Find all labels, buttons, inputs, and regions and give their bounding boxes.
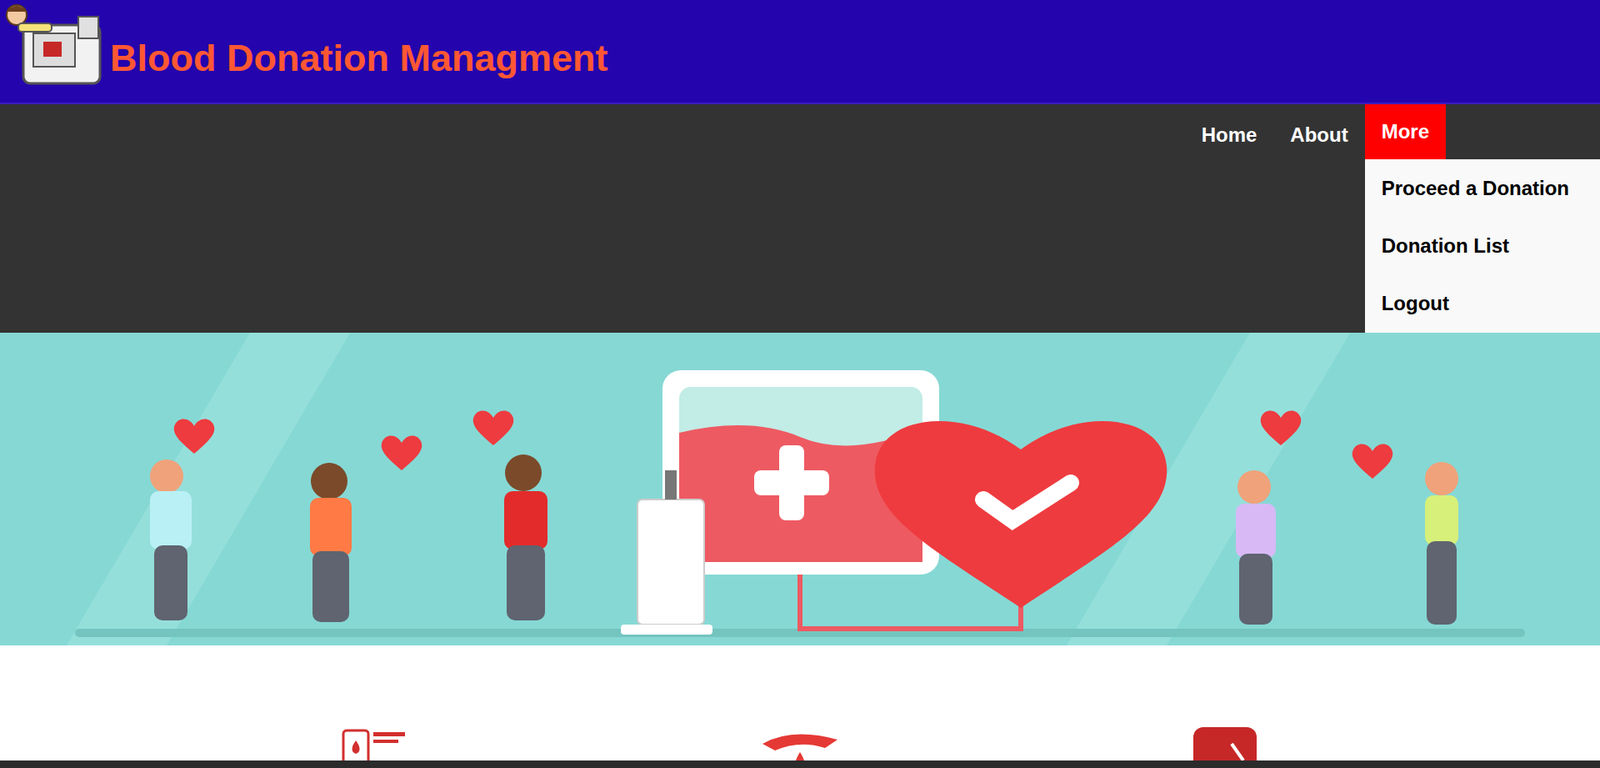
dropdown-menu: Proceed a DonationDonation ListLogout [1365,159,1600,333]
blood-donation-card-icon [341,726,409,760]
nav-item[interactable]: Home [1185,104,1275,160]
site-title: Blood Donation Managment [110,39,608,77]
nav-label: About [1290,120,1348,150]
nav-item[interactable]: MoreProceed a DonationDonation ListLogou… [1365,104,1446,160]
blood-drop-hand-icon [758,726,842,760]
site-header: Blood Donation Managment [0,0,1600,105]
dropdown-item[interactable]: Donation List [1365,216,1600,275]
nav-label: Home [1201,120,1258,150]
nav-menu: Home About MoreProceed a DonationDonation … [1185,104,1446,160]
logo-icon [0,0,104,87]
blood-bank-icon [1191,726,1259,760]
dropdown-item[interactable]: Proceed a Donation [1365,159,1600,217]
hero-banner [0,332,1600,645]
nav-bar: HomeAboutMoreProceed a DonationDonation … [0,104,1600,333]
nav-item[interactable]: About [1273,104,1365,160]
nav-label: More [1381,116,1430,147]
dropdown-item[interactable]: Logout [1365,274,1600,332]
features-row [0,645,1600,760]
bottom-strip [0,760,1600,768]
blood-donation-illustration-icon [0,332,1600,645]
